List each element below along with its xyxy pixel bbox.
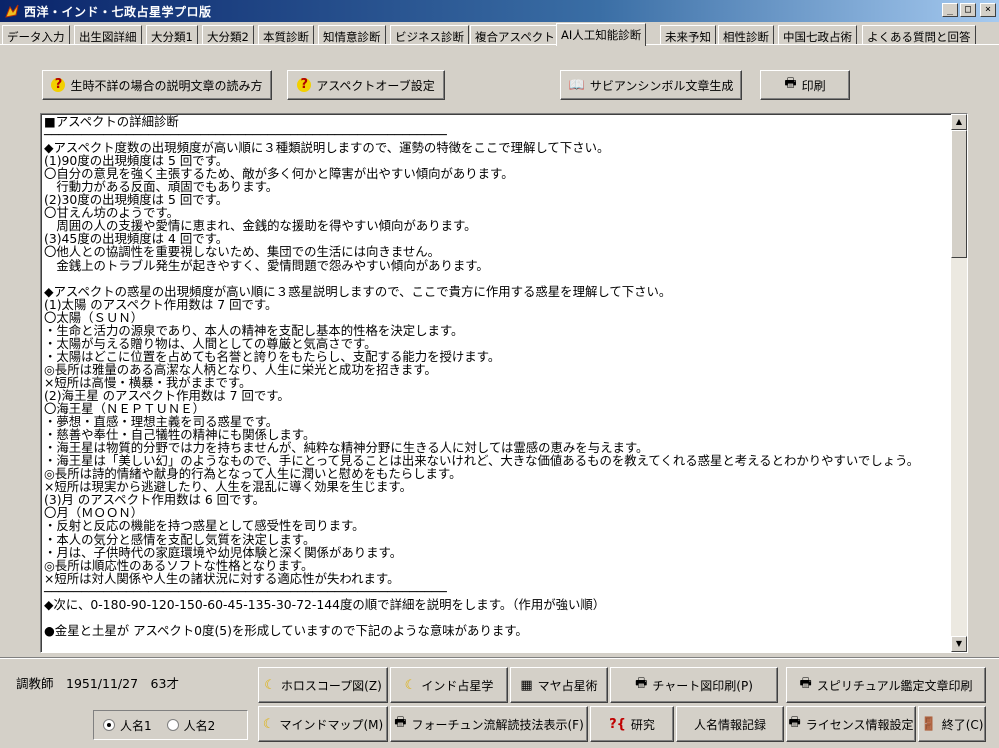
mindmap-label: マインドマップ(M): [279, 717, 384, 732]
tab-chinese-astrology[interactable]: 中国七政占術: [778, 25, 857, 45]
indian-astrology-label: インド占星学: [421, 678, 494, 693]
question-icon: ?: [51, 78, 66, 92]
door-icon: 🚪: [920, 716, 937, 732]
report-textarea[interactable]: ■アスペクトの詳細診断 ────────────────────────────…: [40, 113, 968, 653]
question-icon: ?: [297, 78, 312, 92]
tab-category-2[interactable]: 大分類2: [202, 25, 254, 45]
aspect-orb-label: アスペクトオーブ設定: [316, 78, 435, 93]
tab-faq[interactable]: よくある質問と回答: [862, 25, 976, 45]
printer-icon: 🖶: [788, 715, 801, 730]
fortune-method-label: フォーチュン流解読技法表示(F): [411, 717, 584, 732]
tab-category-1[interactable]: 大分類1: [146, 25, 198, 45]
radio-person-1-label: 人名1: [120, 718, 152, 733]
title-bar: 西洋・インド・七政占星学プロ版 _ □ ×: [0, 0, 999, 22]
person-record-button[interactable]: 人名情報記録: [676, 706, 784, 742]
close-button[interactable]: ×: [980, 3, 996, 17]
spiritual-print-label: スピリチュアル鑑定文章印刷: [816, 678, 973, 693]
indian-astrology-button[interactable]: ☾ インド占星学: [390, 667, 508, 703]
printer-icon: 🖶: [799, 676, 812, 691]
maximize-button[interactable]: □: [960, 3, 976, 17]
printer-icon: 🖶: [784, 76, 797, 91]
printer-icon: 🖶: [635, 676, 648, 691]
tab-essence-diagnosis[interactable]: 本質診断: [258, 25, 314, 45]
unknown-birth-time-button[interactable]: ? 生時不詳の場合の説明文章の読み方: [42, 70, 272, 100]
chart-print-label: チャート図印刷(P): [652, 678, 753, 693]
minimize-button[interactable]: _: [942, 3, 958, 17]
print-label: 印刷: [801, 78, 826, 93]
sabian-symbol-label: サビアンシンボル文章生成: [589, 78, 734, 93]
exit-button[interactable]: 🚪 終了(C): [918, 706, 986, 742]
tab-panel-border: [0, 44, 999, 45]
maya-astrology-label: マヤ占星術: [537, 678, 598, 693]
tab-composite-aspect[interactable]: 複合アスペクト: [470, 25, 560, 45]
radio-person-1[interactable]: 人名1: [103, 717, 152, 734]
scroll-down-button[interactable]: ▼: [951, 636, 967, 652]
report-text: ■アスペクトの詳細診断 ────────────────────────────…: [44, 114, 920, 638]
app-icon: [5, 4, 19, 18]
license-settings-button[interactable]: 🖶 ライセンス情報設定: [786, 706, 916, 742]
vertical-scrollbar[interactable]: ▲ ▼: [951, 114, 967, 652]
research-label: 研究: [630, 717, 655, 732]
mindmap-button[interactable]: ☾ マインドマップ(M): [258, 706, 388, 742]
moon-icon: ☾: [404, 677, 417, 693]
exit-label: 終了(C): [941, 717, 984, 732]
radio-dot-person-1[interactable]: [103, 719, 115, 731]
research-icon: ?{: [609, 716, 626, 732]
footer-divider: [0, 657, 999, 659]
user-info: 調教師 1951/11/27 63才: [16, 676, 179, 691]
license-settings-label: ライセンス情報設定: [805, 717, 914, 732]
book-icon: 📖: [568, 77, 585, 93]
tab-data-input[interactable]: データ入力: [2, 25, 70, 45]
aspect-orb-button[interactable]: ? アスペクトオーブ設定: [287, 70, 445, 100]
radio-dot-person-2[interactable]: [166, 719, 179, 731]
tab-business-diagnosis[interactable]: ビジネス診断: [390, 25, 469, 45]
scroll-thumb[interactable]: [951, 130, 967, 258]
unknown-birth-time-label: 生時不詳の場合の説明文章の読み方: [70, 78, 263, 93]
spiritual-print-button[interactable]: 🖶 スピリチュアル鑑定文章印刷: [786, 667, 986, 703]
person-record-label: 人名情報記録: [693, 717, 766, 732]
radio-person-2-label: 人名2: [183, 718, 216, 733]
radio-person-2[interactable]: 人名2: [166, 717, 216, 734]
maya-astrology-button[interactable]: ▦ マヤ占星術: [510, 667, 608, 703]
fortune-method-button[interactable]: 🖶 フォーチュン流解読技法表示(F): [390, 706, 588, 742]
research-button[interactable]: ?{ 研究: [590, 706, 674, 742]
moon-icon: ☾: [264, 677, 276, 693]
horoscope-label: ホロスコープ図(Z): [280, 678, 382, 693]
tab-bar: データ入力 出生図詳細 大分類1 大分類2 本質診断 知情意診断 ビジネス診断 …: [0, 23, 999, 46]
sabian-symbol-button[interactable]: 📖 サビアンシンボル文章生成: [560, 70, 742, 100]
chart-print-button[interactable]: 🖶 チャート図印刷(P): [610, 667, 778, 703]
tab-future-prediction[interactable]: 未来予知: [660, 25, 716, 45]
tab-ai-diagnosis[interactable]: AI人工知能診断: [556, 23, 647, 46]
print-button[interactable]: 🖶 印刷: [760, 70, 850, 100]
tab-compatibility[interactable]: 相性診断: [718, 25, 774, 45]
tab-intellect-diagnosis[interactable]: 知情意診断: [318, 25, 386, 45]
calendar-icon: ▦: [520, 677, 533, 693]
tab-birth-chart-detail[interactable]: 出生図詳細: [74, 25, 142, 45]
person-selector: 人名1 人名2: [93, 710, 248, 740]
printer-icon: 🖶: [394, 715, 407, 730]
moon-icon: ☾: [262, 716, 275, 732]
window-title: 西洋・インド・七政占星学プロ版: [24, 4, 212, 19]
scroll-up-button[interactable]: ▲: [951, 114, 967, 130]
horoscope-button[interactable]: ☾ ホロスコープ図(Z): [258, 667, 388, 703]
